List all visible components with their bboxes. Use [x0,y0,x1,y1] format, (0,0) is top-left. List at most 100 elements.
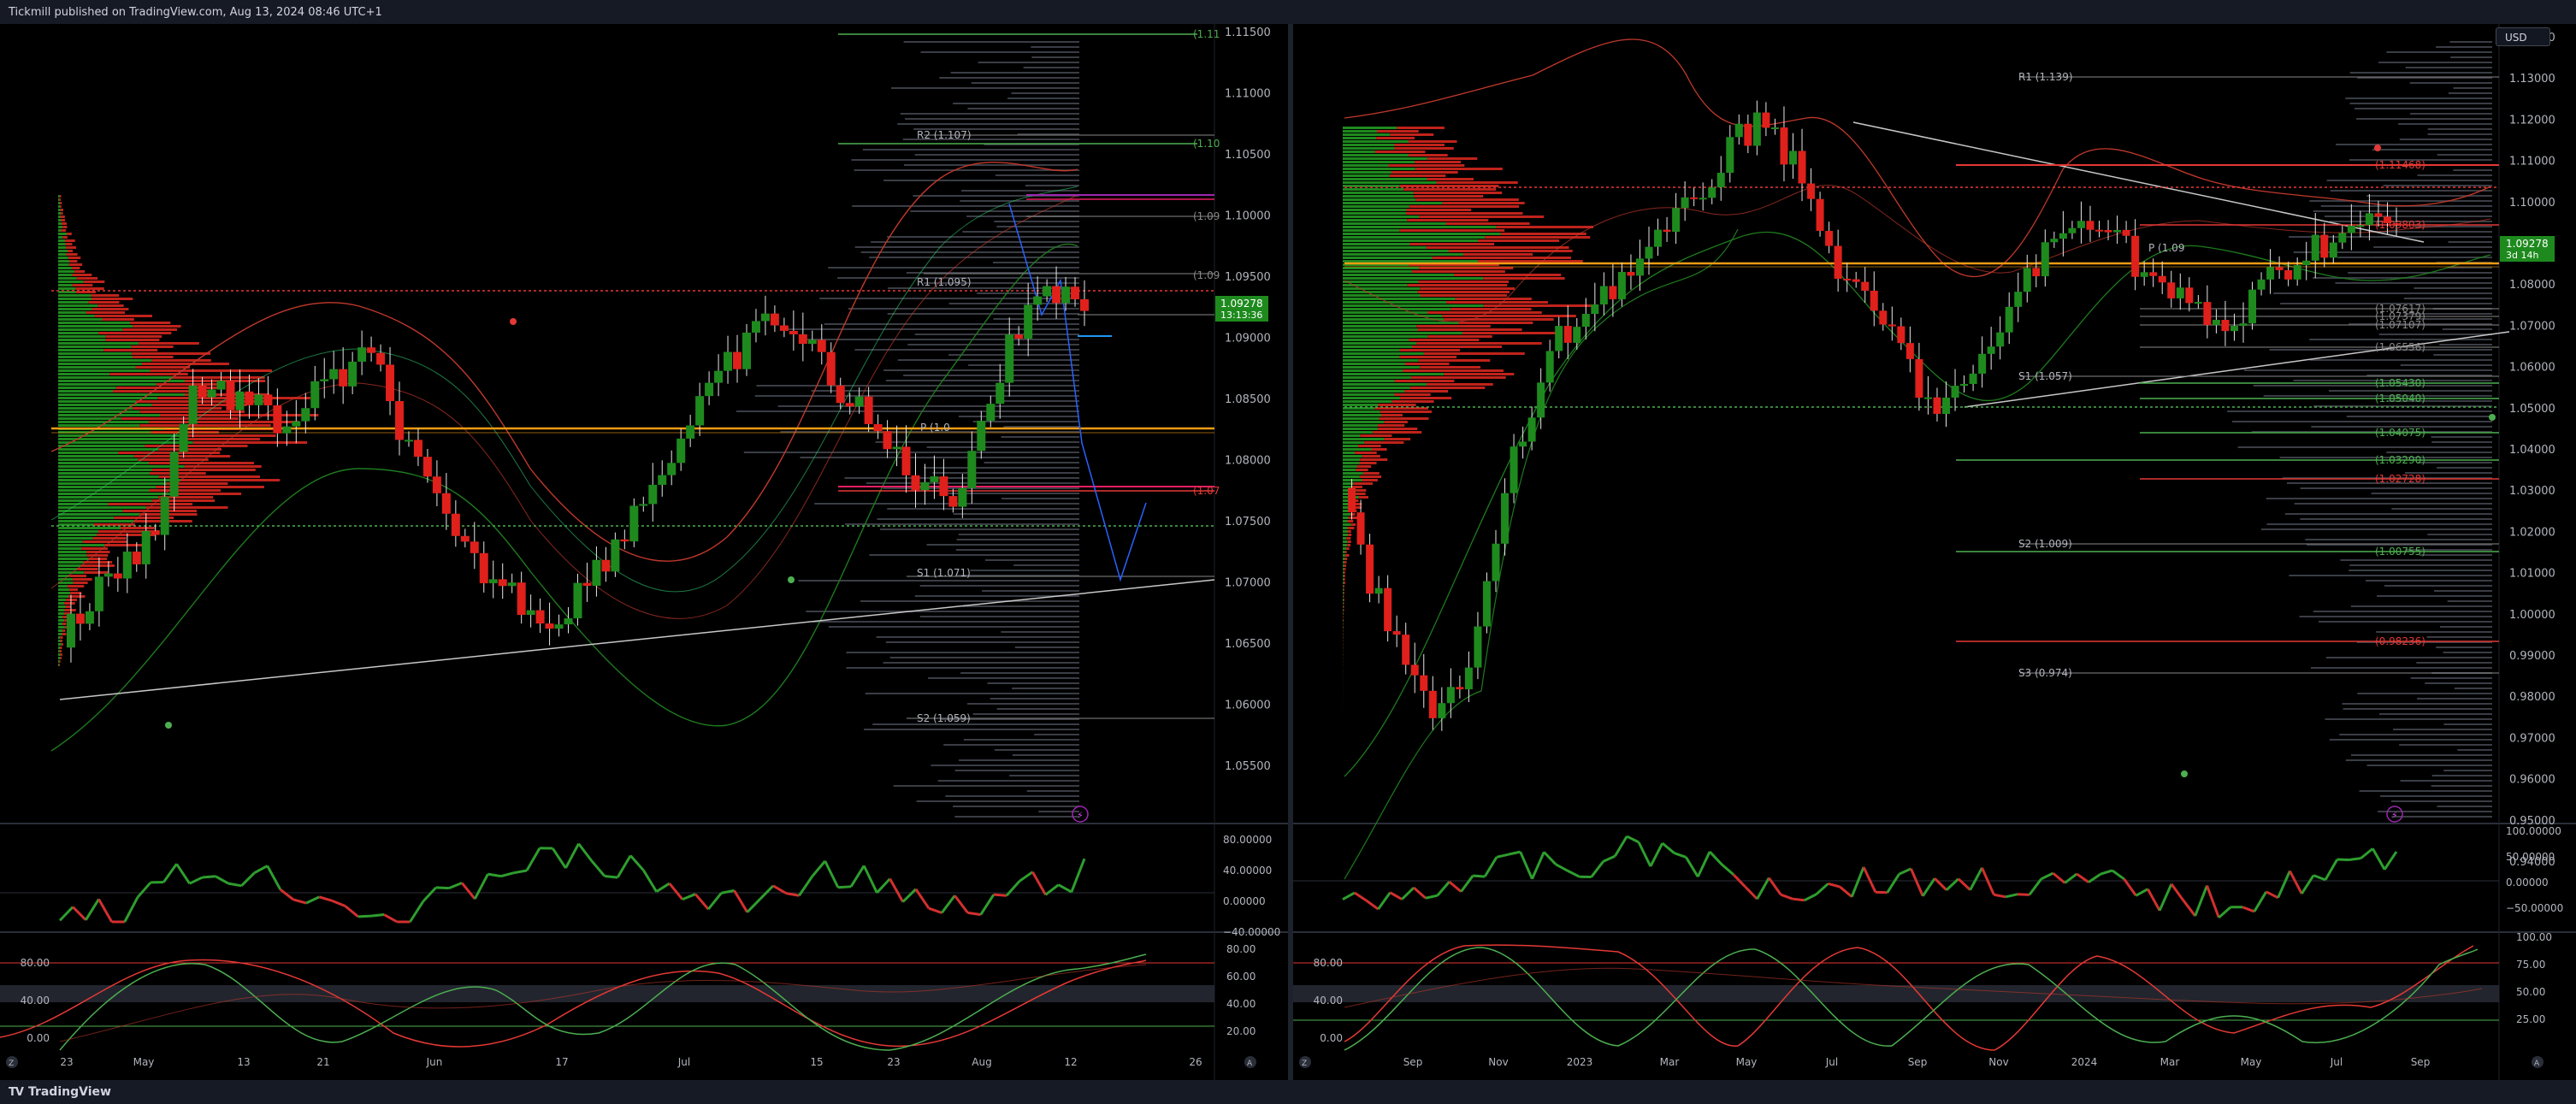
oscillator-tick-label: −50.00000 [2506,902,2563,914]
level-label: (1.11468) [2375,159,2425,171]
oscillator-tick-label: 100.00 [2516,931,2552,943]
price-axis-left[interactable]: 1.11500 1.11000 1.10500 1.10000 1.09500 1.090… [1225,27,1271,773]
countdown-left: 13:13:36 [1220,310,1262,321]
pivot-r2-label: R2 (1.107) [917,129,972,141]
currency-button[interactable]: USD [2496,27,2550,46]
price-tick-label: 0.97000 [2509,732,2555,745]
tradingview-logo[interactable]: TV TradingView [9,1085,111,1099]
price-tick-label: 1.06500 [1225,638,1271,651]
price-tick-label: 1.07000 [2509,320,2555,333]
left-chart-svg[interactable]: R2 (1.107) R1 (1.095) P (1.0 S1 (1.071) … [0,24,1288,1080]
pivot-r1-label: R1 (1.139) [2018,71,2073,83]
oscillator-tick-label: 0.00 [27,1032,50,1044]
level-label: (1.04075) [2375,427,2425,439]
price-tick-label: 1.00000 [2509,609,2555,622]
svg-text:⚡: ⚡ [2391,810,2398,821]
time-tick-label: Jun [426,1056,443,1068]
oscillator-tick-label: 40.00 [1226,998,1256,1010]
volume-profile-right [1343,127,1598,741]
price-tick-label: 1.13000 [2509,73,2555,86]
time-tick-label: Jul [2330,1056,2343,1068]
pivot-p-label: P (1.0 [920,422,950,434]
time-tick-label: Nov [1488,1056,1508,1068]
level-label: (1.10 [1193,138,1220,150]
oscillator-2-right [1293,944,2499,1051]
time-axis-right[interactable]: Sep Nov 2023 Mar May Jul Sep Nov 2024 Mar May Jul Se… [1403,1056,2431,1068]
pivot-s2-label: S2 (1.009) [2018,538,2072,550]
time-tick-label: Sep [2411,1056,2431,1068]
price-tick-label: 1.06000 [1225,700,1271,712]
oscillator-1-axis-right: 100.00000 50.00000 0.00000 −50.00000 [2506,825,2563,914]
oscillator-tick-label: 50.00 [2516,986,2545,998]
price-tick-label: 1.04000 [2509,444,2555,457]
sar-dot [2181,770,2188,777]
trendline-right-upper[interactable] [1852,121,2425,243]
sar-dot [165,722,172,729]
svg-text:A: A [2534,1060,2540,1068]
level-label: (1.07107) [2375,319,2425,331]
level-label: (1.05430) [2375,377,2425,389]
publisher-text: Tickmill published on TradingView.com, A… [9,6,382,19]
oscillator-1-axis-left: 80.00000 40.00000 0.00000 −40.00000 [1223,834,1280,938]
oscillator-tick-label: 40.00 [1314,995,1343,1007]
right-chart-svg[interactable]: R1 (1.139) P (1.09 S1 (1.057) S2 (1.009)… [1293,24,2576,1080]
level-label: (1.03290) [2375,454,2425,466]
time-tick-label: Sep [1908,1056,1928,1068]
current-price-left: 1.09278 [1220,298,1263,310]
time-tick-label: 17 [555,1056,568,1068]
oscillator-1-right [1293,835,2499,919]
price-tick-label: 1.01000 [2509,568,2555,581]
svg-text:A: A [1247,1060,1253,1068]
pivot-s2-label: S2 (1.059) [917,712,971,724]
time-tick-label: 13 [237,1056,250,1068]
current-price-right: 1.09278 [2506,238,2549,250]
level-label: (0.98236) [2375,635,2425,647]
oscillator-tick-label: 0.00000 [2506,877,2549,889]
price-tick-label: 1.05500 [1225,760,1271,773]
oscillator-tick-label: 100.00000 [2506,825,2561,837]
time-tick-label: 26 [1189,1056,1202,1068]
oscillator-tick-label: 20.00 [1226,1025,1256,1037]
pivot-s1-label: S1 (1.071) [917,567,971,579]
sar-dot [510,318,517,325]
time-tick-label: Mar [1660,1056,1680,1068]
brand-text: TradingView [27,1085,111,1099]
price-tick-label: 0.98000 [2509,691,2555,704]
price-tick-label: 1.10000 [2509,197,2555,210]
time-axis-left[interactable]: 23 May 13 21 Jun 17 Jul 15 23 Aug 12 26 [60,1056,1202,1068]
left-chart-panel[interactable]: R2 (1.107) R1 (1.095) P (1.0 S1 (1.071) … [0,24,1288,1080]
tradingview-icon: TV [9,1085,24,1099]
footer-bar: TV TradingView [0,1080,2576,1104]
price-tick-label: 1.09500 [1225,271,1271,284]
time-tick-label: May [2241,1056,2262,1068]
volume-profile-grey-right [2227,41,2492,818]
time-tick-label: Nov [1988,1056,2008,1068]
svg-text:⚡: ⚡ [1077,810,1084,821]
level-label: (1.09 [1193,210,1220,222]
price-tick-label: 1.08000 [2509,279,2555,292]
right-chart-panel[interactable]: R1 (1.139) P (1.09 S1 (1.057) S2 (1.009)… [1293,24,2576,1080]
oscillator-tick-label: 60.00 [1226,971,1256,983]
oscillator-tick-label: 0.00 [1320,1032,1343,1044]
price-tick-label: 1.11000 [1225,88,1271,101]
candles-left [66,266,1089,663]
oscillator-tick-label: −40.00000 [1223,926,1280,938]
time-tick-label: Sep [1403,1056,1423,1068]
candles-right [1348,100,2401,731]
trendline-left[interactable] [59,579,1215,700]
price-tick-label: 0.96000 [2509,774,2555,787]
oscillator-1-left [0,842,1214,924]
oscillator-tick-label: 0.00000 [1223,895,1266,907]
price-tick-label: 1.10500 [1225,149,1271,162]
oscillator-2-left [0,953,1214,1051]
pivot-p-label: P (1.09 [2148,242,2184,254]
time-tick-label: Jul [677,1056,690,1068]
price-tick-label: 1.07500 [1225,516,1271,528]
oscillator-tick-label: 80.00 [1314,957,1343,969]
time-tick-label: May [1736,1056,1758,1068]
oscillator-tick-label: 40.00 [21,995,50,1007]
oscillator-tick-label: 75.00 [2516,959,2545,971]
time-tick-label: Jul [1825,1056,1838,1068]
sar-dot [2489,414,2496,421]
price-axis-right[interactable]: 1.140001.130001.120001.110001.100001.090… [2509,32,2555,869]
